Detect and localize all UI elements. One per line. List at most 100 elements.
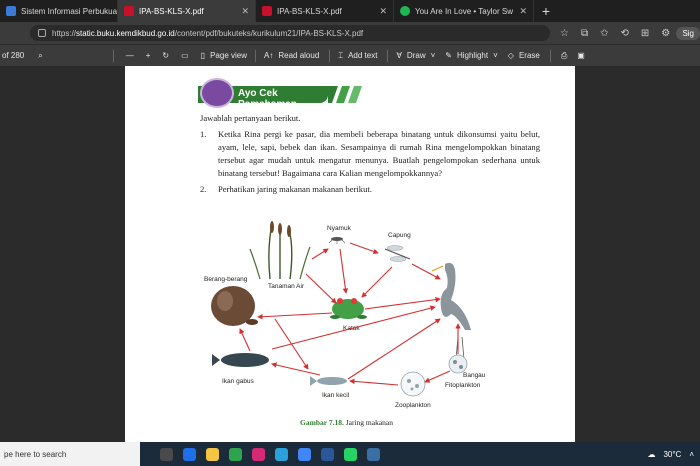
page-view-button[interactable]: ▯ Page view — [201, 51, 247, 60]
label-berang-berang: Berang-berang — [204, 276, 248, 283]
chrome-icon[interactable] — [298, 447, 311, 461]
store-icon[interactable] — [229, 447, 242, 461]
banner-stripes — [328, 86, 362, 103]
temperature: 30°C — [663, 449, 682, 459]
app-icon[interactable] — [367, 447, 380, 461]
figure-caption: Gambar 7.18. Jaring makanan — [300, 418, 393, 427]
document-viewer[interactable]: Ayo Cek Pemahaman Jawablah pertanyaan be… — [0, 66, 700, 442]
question-number: 2. — [200, 184, 207, 194]
tab-title: You Are In Love • Taylor Sw — [415, 6, 513, 16]
edge-icon[interactable] — [183, 447, 196, 461]
tray-chevron-icon[interactable]: ˄ — [689, 450, 694, 459]
pdf-icon — [262, 6, 272, 16]
text-icon: ⌶ — [338, 50, 344, 60]
instruction: Jawablah pertanyaan berikut. — [200, 113, 301, 123]
page-count: of 280 — [2, 51, 25, 60]
task-view-icon[interactable] — [160, 447, 173, 461]
close-icon[interactable]: ✕ — [235, 6, 249, 17]
food-web-diagram: Tanaman Air Nyamuk Capung Berang-berang — [204, 221, 486, 409]
label-fitoplankton: Fitoplankton — [445, 382, 481, 389]
tab-title: IPA-BS-KLS-X.pdf — [277, 6, 342, 16]
divider — [387, 49, 389, 62]
divider — [329, 49, 331, 62]
split-screen-icon[interactable]: ⧉ — [581, 28, 588, 39]
instagram-icon[interactable] — [252, 447, 265, 461]
tab-pdf-active[interactable]: IPA-BS-KLS-X.pdf ✕ — [118, 0, 256, 22]
collections-icon[interactable]: ⊞ — [641, 28, 649, 39]
draw-label: Draw — [406, 51, 426, 60]
add-text-button[interactable]: ⌶ Add text — [338, 51, 377, 61]
tab-bar: Sistem Informasi Perbukua ✕ IPA-BS-KLS-X… — [0, 0, 700, 22]
mosquito-image — [328, 237, 346, 244]
taskbar-search[interactable]: pe here to search — [0, 442, 140, 466]
label-bangau: Bangau — [463, 372, 486, 379]
highlight-button[interactable]: ✎ Highlight ˅ — [445, 51, 498, 60]
caption-label: Gambar 7.18. — [300, 418, 344, 427]
erase-button[interactable]: ◇ Erase — [508, 51, 540, 60]
otter-image — [211, 286, 258, 326]
system-tray: ☁ 30°C ˄ — [647, 450, 700, 459]
rotate-icon[interactable]: ↻ — [162, 51, 169, 60]
close-icon[interactable]: ✕ — [373, 6, 387, 17]
extensions-icon[interactable]: ⚙ — [661, 28, 670, 39]
search-placeholder: pe here to search — [4, 449, 67, 459]
label-nyamuk: Nyamuk — [327, 225, 352, 232]
tab-title: Sistem Informasi Perbukua — [21, 6, 118, 16]
whatsapp-icon[interactable] — [344, 447, 357, 461]
print-icon[interactable]: ⎙ — [561, 51, 567, 61]
label-tanaman-air: Tanaman Air — [268, 283, 305, 290]
question-item: 1. Ketika Rina pergi ke pasar, dia membe… — [200, 128, 540, 183]
account-button[interactable]: Sig — [676, 26, 700, 40]
tab-pdf[interactable]: IPA-BS-KLS-X.pdf ✕ — [256, 0, 394, 22]
site-icon — [6, 6, 16, 16]
page-view-icon: ▯ — [200, 51, 206, 60]
small-fish-image — [310, 376, 347, 386]
label-zooplankton: Zooplankton — [395, 402, 431, 409]
highlight-label: Highlight — [456, 51, 489, 60]
close-icon[interactable]: ✕ — [513, 6, 527, 17]
divider — [549, 49, 551, 62]
favorites-icon[interactable]: ✩ — [600, 28, 608, 39]
read-aloud-button[interactable]: A↑ Read aloud — [264, 51, 319, 60]
taskbar-apps — [160, 447, 380, 461]
star-icon[interactable]: ☆ — [560, 28, 569, 39]
chevron-down-icon: ˅ — [430, 51, 436, 60]
word-icon[interactable] — [321, 447, 334, 461]
pen-icon: ∀ — [396, 51, 402, 60]
add-text-label: Add text — [348, 51, 378, 60]
tab-title: IPA-BS-KLS-X.pdf — [139, 6, 204, 16]
pdf-page: Ayo Cek Pemahaman Jawablah pertanyaan be… — [125, 66, 575, 442]
tab-spotify[interactable]: You Are In Love • Taylor Sw ✕ — [394, 0, 534, 22]
zoom-out-icon[interactable]: — — [126, 51, 134, 60]
zoom-in-icon[interactable]: + — [146, 51, 151, 60]
url-host: static.buku.kemdikbud.go.id — [76, 28, 175, 38]
url-field[interactable]: https://static.buku.kemdikbud.go.id/cont… — [30, 25, 550, 41]
history-icon[interactable]: ⟲ — [621, 28, 629, 39]
question-number: 1. — [200, 129, 207, 139]
section-title: Ayo Cek Pemahaman — [238, 88, 297, 110]
zooplankton-image — [400, 371, 426, 397]
read-aloud-label: Read aloud — [278, 51, 320, 60]
file-explorer-icon[interactable] — [206, 447, 219, 461]
caption-text: Jaring makanan — [343, 418, 393, 427]
draw-button[interactable]: ∀ Draw ˅ — [396, 51, 435, 60]
spotify-icon — [400, 6, 410, 16]
phytoplankton-image — [448, 354, 468, 374]
telegram-icon[interactable] — [275, 447, 288, 461]
question-text: Jawablah pertanyaan berikut. 1. Ketika R… — [200, 112, 540, 199]
weather-icon[interactable]: ☁ — [647, 450, 655, 459]
fit-page-icon[interactable]: ▭ — [181, 51, 189, 60]
search-icon[interactable]: ⌕ — [38, 51, 42, 61]
save-icon[interactable]: ▣ — [577, 51, 585, 60]
url-path: /content/pdf/bukuteks/kurikulum21/IPA-BS… — [174, 28, 364, 38]
label-ikan-kecil: Ikan kecil — [322, 392, 350, 399]
dragonfly-image — [384, 245, 411, 262]
tab-sistem-informasi[interactable]: Sistem Informasi Perbukua ✕ — [0, 0, 118, 22]
new-tab-button[interactable]: + — [534, 0, 558, 22]
browser-actions: ☆ ⧉ ✩ ⟲ ⊞ ⚙ — [560, 28, 670, 39]
label-capung: Capung — [388, 232, 411, 239]
page-view-label: Page view — [210, 51, 247, 60]
question-body: Perhatikan jaring makanan makanan beriku… — [218, 184, 372, 194]
pdf-icon — [124, 6, 134, 16]
divider — [255, 49, 256, 62]
